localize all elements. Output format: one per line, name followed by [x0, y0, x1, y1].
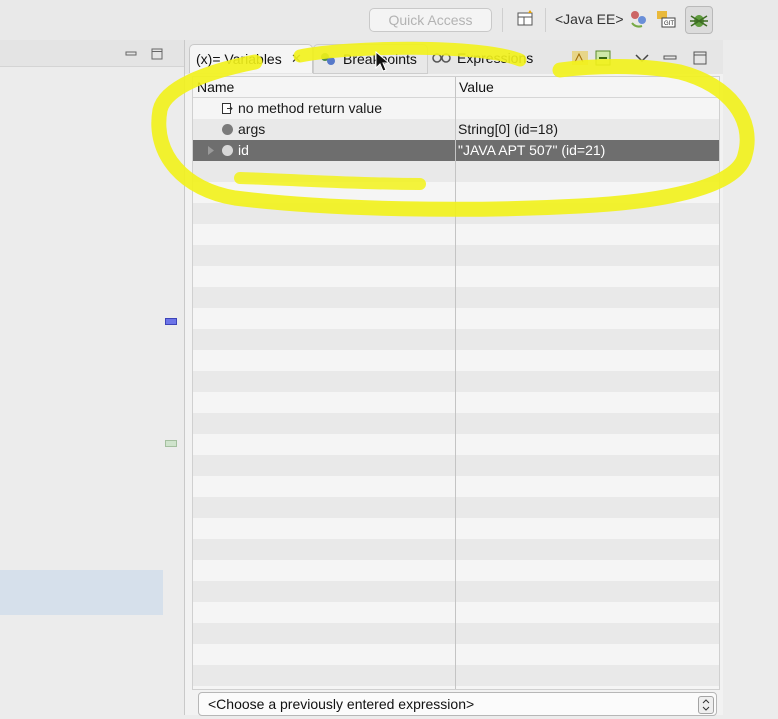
maximize-icon[interactable]: [690, 48, 710, 68]
empty-table-row: [193, 266, 719, 287]
breakpoint-marker[interactable]: [165, 318, 177, 325]
open-perspective-icon[interactable]: [515, 8, 537, 30]
svg-text:GIT: GIT: [664, 21, 674, 27]
empty-table-row: [193, 245, 719, 266]
empty-table-row: [193, 203, 719, 224]
overview-marker[interactable]: [165, 440, 177, 447]
variable-name: args: [238, 121, 266, 137]
debug-perspective-button[interactable]: [685, 6, 713, 34]
column-header-name[interactable]: Name: [197, 77, 234, 97]
variables-table: Name Value no method return value args S…: [192, 76, 720, 690]
minimize-icon[interactable]: [125, 48, 137, 60]
minimize-icon[interactable]: [660, 48, 680, 68]
team-sync-icon[interactable]: [628, 8, 650, 30]
empty-table-row: [193, 602, 719, 623]
empty-table-row: [193, 287, 719, 308]
tab-variables[interactable]: (x)= Variables ✕: [189, 44, 313, 73]
breakpoints-icon: [321, 53, 335, 65]
empty-table-row: [193, 413, 719, 434]
java-ee-perspective-button[interactable]: <Java EE>: [555, 11, 624, 27]
variables-tab-label: (x)= Variables: [196, 51, 282, 67]
table-row[interactable]: no method return value: [193, 98, 719, 119]
empty-table-row: [193, 560, 719, 581]
select-arrows-icon[interactable]: [698, 696, 714, 714]
column-divider[interactable]: [455, 77, 456, 689]
return-value-icon: [222, 103, 233, 114]
right-gutter: [723, 40, 778, 715]
column-header-value[interactable]: Value: [459, 77, 494, 97]
close-icon[interactable]: ✕: [291, 45, 302, 73]
empty-table-row: [193, 476, 719, 497]
empty-table-row: [193, 182, 719, 203]
empty-table-row: [193, 329, 719, 350]
view-menu-icon[interactable]: [632, 48, 652, 68]
table-row[interactable]: args String[0] (id=18): [193, 119, 719, 140]
git-icon[interactable]: GIT: [655, 8, 677, 30]
empty-table-row: [193, 623, 719, 644]
variable-name: no method return value: [238, 100, 382, 116]
empty-table-row: [193, 161, 719, 182]
debug-perspective-icon: [690, 15, 708, 27]
expression-select[interactable]: <Choose a previously entered expression>: [198, 692, 717, 716]
empty-table-row: [193, 392, 719, 413]
empty-table-row: [193, 539, 719, 560]
local-variable-icon: [222, 124, 233, 135]
table-row-selected[interactable]: id "JAVA APT 507" (id=21): [193, 140, 719, 161]
empty-table-row: [193, 350, 719, 371]
empty-table-row: [193, 644, 719, 665]
empty-table-row: [193, 665, 719, 686]
expression-select-text: <Choose a previously entered expression>: [208, 696, 475, 712]
editor-header: [0, 40, 184, 67]
empty-table-row: [193, 308, 719, 329]
tab-expressions[interactable]: Expressions: [429, 44, 539, 72]
local-variable-icon: [222, 145, 233, 156]
empty-table-row: [193, 581, 719, 602]
variable-value: String[0] (id=18): [458, 121, 558, 137]
empty-table-row: [193, 434, 719, 455]
variables-view: (x)= Variables ✕ Breakpoints Expressions…: [184, 40, 724, 716]
empty-table-row: [193, 497, 719, 518]
variable-value: "JAVA APT 507" (id=21): [458, 142, 606, 158]
expressions-tab-label: Expressions: [457, 50, 534, 66]
current-line-highlight: [0, 570, 163, 615]
maximize-icon[interactable]: [151, 48, 163, 60]
toolbar-separator: [502, 8, 503, 32]
expressions-icon: [432, 53, 451, 63]
empty-table-row: [193, 371, 719, 392]
main-toolbar: Quick Access <Java EE> GIT: [0, 0, 778, 40]
collapse-all-icon[interactable]: [593, 48, 613, 68]
tab-breakpoints[interactable]: Breakpoints: [313, 44, 428, 74]
variable-name: id: [238, 142, 249, 158]
show-type-names-icon[interactable]: [570, 48, 590, 68]
view-tab-bar: (x)= Variables ✕ Breakpoints Expressions: [185, 40, 724, 74]
quick-access-field[interactable]: Quick Access: [369, 8, 492, 32]
toolbar-separator: [545, 8, 546, 32]
expand-arrow-icon[interactable]: [207, 146, 215, 155]
editor-area: [0, 40, 184, 715]
empty-table-row: [193, 518, 719, 539]
mouse-cursor-icon: [375, 51, 391, 72]
empty-table-row: [193, 224, 719, 245]
empty-table-row: [193, 455, 719, 476]
